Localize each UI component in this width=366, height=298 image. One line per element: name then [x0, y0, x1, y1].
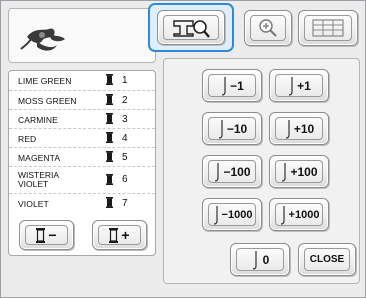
list-item[interactable]: LIME GREEN 1: [9, 71, 155, 90]
button-label: +10: [293, 121, 315, 136]
close-button[interactable]: CLOSE: [298, 243, 356, 276]
thread-number: 5: [122, 152, 128, 163]
needle-counter-value: 0: [262, 252, 270, 267]
button-label: −100: [223, 164, 251, 179]
move-plus-100-button[interactable]: +100: [269, 155, 329, 188]
list-item[interactable]: CARMINE 3: [9, 109, 155, 129]
thread-number: 1: [122, 75, 128, 86]
thread-color-list[interactable]: LIME GREEN 1 MOSS GREEN 2 CARMINE 3 RED …: [8, 70, 156, 256]
remove-spool-button[interactable]: −: [19, 220, 74, 250]
thread-number: 3: [122, 114, 128, 125]
thread-number: 4: [122, 133, 128, 144]
grid-icon: [312, 19, 344, 37]
thread-name: VIOLET: [18, 199, 49, 209]
button-label: −1: [230, 78, 244, 93]
thread-name: LIME GREEN: [18, 76, 72, 86]
move-plus-1-button[interactable]: +1: [269, 69, 329, 102]
needle-icon: [218, 119, 223, 139]
move-plus-1000-button[interactable]: +1000: [269, 198, 329, 231]
close-label: CLOSE: [309, 254, 345, 265]
button-label: +100: [290, 164, 318, 179]
button-label: −10: [226, 121, 248, 136]
add-spool-button[interactable]: +: [92, 220, 147, 250]
needle-icon: [280, 205, 285, 225]
needle-counter-button[interactable]: 0: [230, 243, 290, 276]
thread-number: 7: [122, 198, 128, 209]
button-label: +1000: [288, 208, 320, 221]
thread-name: MAGENTA: [18, 153, 61, 163]
button-label: +1: [297, 78, 311, 93]
thread-spool-icon: [106, 74, 113, 85]
list-item[interactable]: RED 4: [9, 128, 155, 148]
move-minus-10-button[interactable]: −10: [202, 112, 262, 145]
spool-icon: [109, 227, 119, 243]
needle-position-panel: −1 +1 −10 +10 −100 +100 −1000 +1000 0 CL…: [163, 58, 360, 284]
needle-icon: [282, 162, 287, 182]
thread-number: 6: [122, 174, 128, 185]
thread-spool-icon: [106, 197, 113, 208]
thread-name-line2: VIOLET: [18, 179, 49, 189]
zoom-tab-button[interactable]: [244, 10, 292, 46]
thread-number: 2: [122, 95, 128, 106]
add-label: +: [121, 227, 130, 243]
button-label: −1000: [221, 208, 253, 221]
thread-name: CARMINE: [18, 115, 58, 125]
move-plus-10-button[interactable]: +10: [269, 112, 329, 145]
tab-search-selected[interactable]: [148, 3, 234, 52]
list-item[interactable]: MAGENTA 5: [9, 147, 155, 167]
needle-icon: [285, 119, 290, 139]
thread-name: MOSS GREEN: [18, 96, 77, 106]
needle-icon: [213, 205, 218, 225]
thread-spool-icon: [106, 174, 113, 185]
needle-icon: [222, 76, 226, 96]
move-minus-1-button[interactable]: −1: [202, 69, 262, 102]
needle-icon: [289, 76, 293, 96]
spool-icon: [36, 227, 46, 243]
move-minus-100-button[interactable]: −100: [202, 155, 262, 188]
search-tab-button[interactable]: [157, 10, 225, 45]
thread-spool-icon: [106, 113, 113, 124]
thread-spool-icon: [106, 132, 113, 143]
embroidery-flower-thumbnail-icon: [20, 28, 65, 51]
needle-icon: [215, 162, 220, 182]
thread-spool-icon: [106, 151, 113, 162]
list-item[interactable]: MOSS GREEN 2: [9, 90, 155, 110]
remove-label: −: [48, 227, 57, 243]
sewing-machine-magnifier-icon: [173, 19, 210, 38]
list-item[interactable]: WISTERIA VIOLET 6: [9, 166, 155, 194]
embroidery-preview: [8, 8, 156, 63]
move-minus-1000-button[interactable]: −1000: [202, 198, 262, 231]
thread-spool-icon: [106, 94, 113, 105]
grid-tab-button[interactable]: [298, 10, 358, 46]
zoom-in-icon: [259, 19, 277, 37]
list-item[interactable]: VIOLET 7: [9, 193, 155, 213]
needle-icon: [252, 250, 257, 270]
thread-name: RED: [18, 134, 37, 144]
